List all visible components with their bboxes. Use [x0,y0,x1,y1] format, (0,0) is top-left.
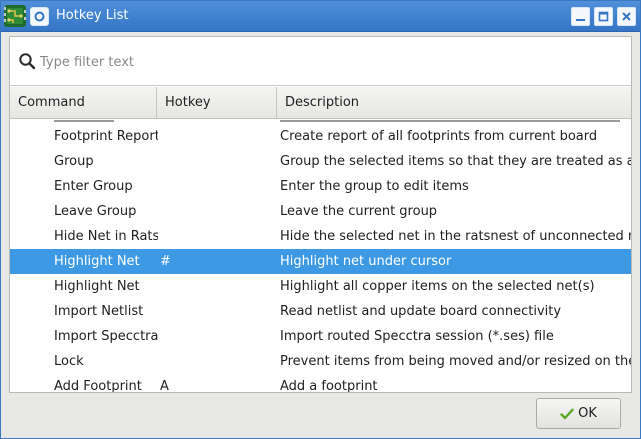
table-row[interactable]: Footprint Report Create report of all fo… [10,124,631,149]
check-icon [560,408,574,419]
maximize-button[interactable] [594,7,613,26]
description-cell: Hide the selected net in the ratsnest of… [280,229,631,244]
command-cell: Hide Net in Ratsn [54,229,158,244]
table-row[interactable]: Enter Group Enter the group to edit item… [10,174,631,199]
window-menu-icon [34,11,45,22]
table-row[interactable]: Import Netlist Read netlist and update b… [10,299,631,324]
minimize-icon [576,19,585,21]
hotkey-list[interactable]: Footprint Report Create report of all fo… [10,119,631,392]
column-header-command[interactable]: Command [10,87,157,118]
window-title: Hotkey List [56,8,129,23]
filter-bar [10,37,631,86]
filter-input[interactable] [40,51,620,73]
command-cell: Highlight Net [54,254,140,269]
hotkey-list-window: Hotkey List Command [0,0,641,439]
description-cell: Highlight net under cursor [280,254,452,269]
hotkey-panel: Command Hotkey Description Footprint Rep… [9,36,632,393]
hotkey-cell: A [160,379,169,392]
title-bar[interactable]: Hotkey List [1,1,640,32]
command-cell: Import Netlist [54,304,144,319]
column-header-description[interactable]: Description [277,87,631,118]
description-cell: Import routed Specctra session (*.ses) f… [280,329,554,344]
table-row[interactable]: Hide Net in Ratsn Hide the selected net … [10,224,631,249]
command-cell: Lock [54,354,84,369]
description-cell: Create report of all footprints from cur… [280,129,598,144]
description-cell: Add a footprint [280,379,378,392]
column-header-hotkey[interactable]: Hotkey [157,87,277,118]
minimize-button[interactable] [571,7,590,26]
table-row[interactable]: Import Specctra Import routed Specctra s… [10,324,631,349]
close-icon [622,12,631,21]
description-cell: Enter the group to edit items [280,179,469,194]
command-cell: Group [54,154,94,169]
close-button[interactable] [617,7,636,26]
window-menu-button[interactable] [30,7,49,26]
hotkey-cell: # [160,254,171,269]
table-row[interactable]: Group Group the selected items so that t… [10,149,631,174]
description-cell: Prevent items from being moved and/or re… [280,354,631,369]
table-row-selected[interactable]: Highlight Net # Highlight net under curs… [10,249,631,274]
command-cell: Highlight Net [54,279,140,294]
table-row[interactable]: Add Footprint A Add a footprint [10,374,631,392]
pcb-app-icon [4,5,26,27]
description-cell: Group the selected items so that they ar… [280,154,631,169]
ok-button[interactable]: OK [536,398,621,429]
maximize-icon [598,11,609,22]
description-cell: Highlight all copper items on the select… [280,279,595,294]
table-row[interactable]: Leave Group Leave the current group [10,199,631,224]
description-cell: Leave the current group [280,204,438,219]
table-row[interactable]: Lock Prevent items from being moved and/… [10,349,631,374]
ok-button-label: OK [578,406,597,421]
command-cell: Enter Group [54,179,133,194]
column-header: Command Hotkey Description [10,87,631,119]
command-cell: Leave Group [54,204,137,219]
table-row[interactable]: Highlight Net Highlight all copper items… [10,274,631,299]
description-cell: Read netlist and update board connectivi… [280,304,562,319]
search-icon [19,53,36,70]
command-cell: Footprint Report [54,129,158,144]
command-cell: Add Footprint [54,379,142,392]
command-cell: Import Specctra [54,329,158,344]
